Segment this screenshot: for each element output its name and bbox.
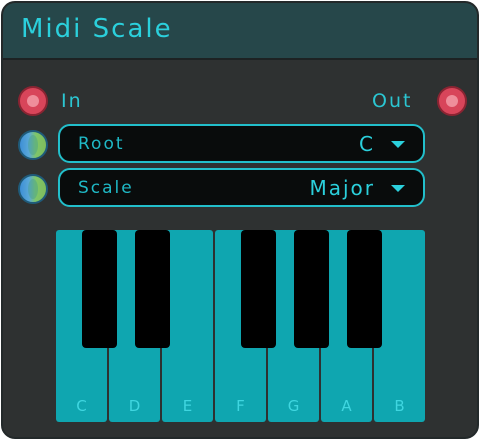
input-port-label: In [61,90,83,112]
scale-dropdown-label: Scale [78,178,134,198]
key-label: F [236,397,245,415]
black-key-f-sharp[interactable] [241,230,276,348]
key-label: E [182,397,193,415]
root-dropdown[interactable]: Root C [58,124,425,163]
output-port-label: Out [372,90,413,112]
output-port-icon[interactable] [437,86,467,116]
input-port-icon[interactable] [18,86,48,116]
caret-down-icon [391,141,405,148]
black-key-c-sharp[interactable] [82,230,117,348]
piano-keyboard: C D E F G A B [56,230,428,422]
key-label: G [287,397,300,415]
root-param-port-icon[interactable] [18,130,48,160]
root-dropdown-value: C [359,132,375,156]
scale-dropdown[interactable]: Scale Major [58,168,425,207]
node-header[interactable]: Midi Scale [3,3,477,60]
node-title: Midi Scale [21,14,173,44]
midi-scale-node: Midi Scale In Out Root C Scale Major C D… [1,1,479,439]
key-label: A [341,397,352,415]
scale-param-port-icon[interactable] [18,174,48,204]
scale-dropdown-value: Major [309,176,375,200]
key-label: C [76,397,87,415]
black-key-g-sharp[interactable] [294,230,329,348]
root-dropdown-label: Root [78,134,125,154]
key-label: B [394,397,405,415]
key-label: D [128,397,141,415]
caret-down-icon [391,185,405,192]
black-key-a-sharp[interactable] [347,230,382,348]
black-key-d-sharp[interactable] [135,230,170,348]
